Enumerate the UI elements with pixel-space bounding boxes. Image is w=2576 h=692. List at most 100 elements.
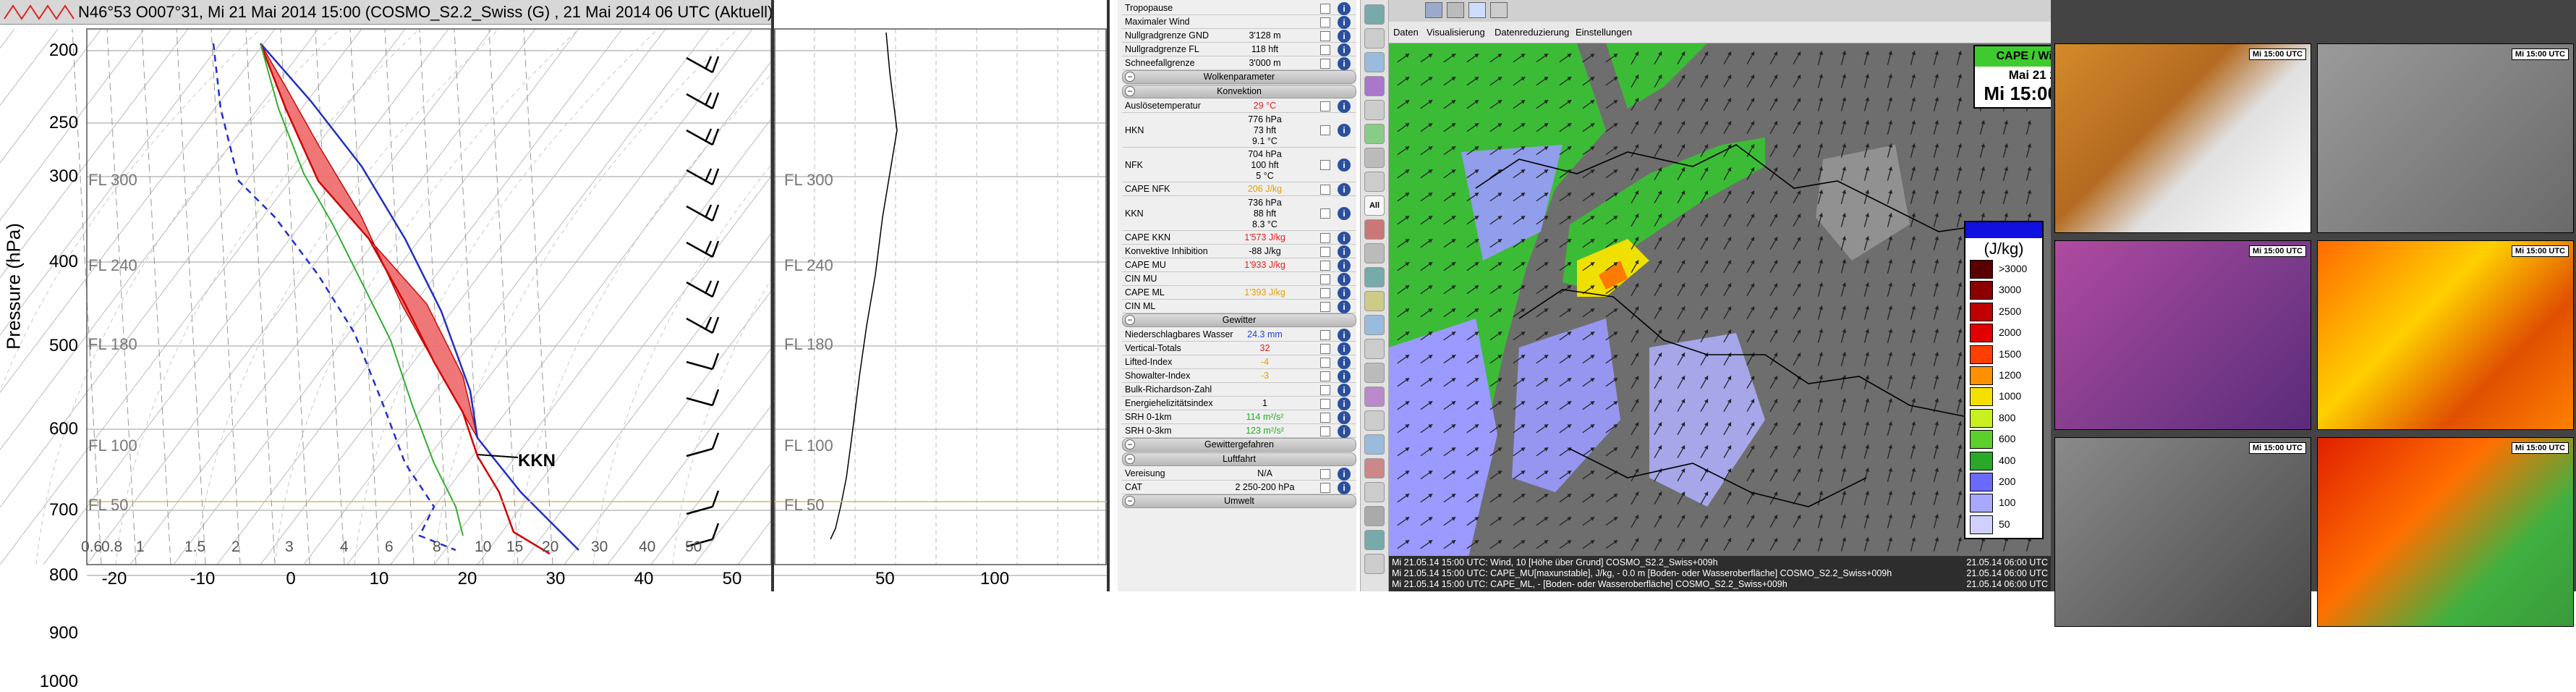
menu-item-daten[interactable]: Daten xyxy=(1393,27,1419,38)
tool-icon[interactable] xyxy=(1364,554,1385,574)
tool-icon[interactable] xyxy=(1364,291,1385,311)
section-header[interactable]: − Konvektion xyxy=(1122,85,1356,98)
parameter-checkbox[interactable] xyxy=(1320,357,1330,368)
tool-icon[interactable] xyxy=(1364,339,1385,359)
tool-icon[interactable] xyxy=(1364,52,1385,72)
tool-icon[interactable] xyxy=(1364,219,1385,240)
info-icon[interactable]: i xyxy=(1338,424,1351,438)
tool-icon[interactable] xyxy=(1364,458,1385,478)
menu-item-visualisierung[interactable]: Visualisierung xyxy=(1427,27,1485,38)
tool-icon[interactable] xyxy=(1364,267,1385,287)
info-icon[interactable]: i xyxy=(1338,467,1351,481)
map-thumbnail[interactable]: Mi 15:00 UTC xyxy=(2317,437,2574,627)
info-icon[interactable]: i xyxy=(1338,159,1351,172)
info-icon[interactable]: i xyxy=(1338,207,1351,220)
parameter-checkbox[interactable] xyxy=(1320,329,1330,340)
parameter-checkbox[interactable] xyxy=(1320,208,1330,219)
tool-icon[interactable] xyxy=(1364,363,1385,383)
info-icon[interactable]: i xyxy=(1338,355,1351,369)
parameter-checkbox[interactable] xyxy=(1320,426,1330,436)
info-icon[interactable]: i xyxy=(1338,286,1351,300)
info-icon[interactable]: i xyxy=(1338,29,1351,43)
tool-icon[interactable] xyxy=(1364,410,1385,431)
info-icon[interactable]: i xyxy=(1338,328,1351,342)
collapse-icon[interactable]: − xyxy=(1125,315,1135,325)
parameter-checkbox[interactable] xyxy=(1320,287,1330,298)
parameter-checkbox[interactable] xyxy=(1320,301,1330,312)
parameter-checkbox[interactable] xyxy=(1320,3,1330,14)
tool-icon[interactable] xyxy=(1364,76,1385,96)
parameter-checkbox[interactable] xyxy=(1320,384,1330,395)
tool-icon[interactable] xyxy=(1364,124,1385,144)
menu-item-datenreduzierung[interactable]: Datenreduzierung xyxy=(1495,27,1569,38)
parameter-checkbox[interactable] xyxy=(1320,468,1330,479)
map-tool-icon[interactable] xyxy=(1425,2,1442,18)
section-header[interactable]: − Wolkenparameter xyxy=(1122,70,1356,84)
map-tool-icon[interactable] xyxy=(1490,2,1508,18)
parameter-checkbox[interactable] xyxy=(1320,125,1330,135)
info-icon[interactable]: i xyxy=(1338,56,1351,70)
collapse-icon[interactable]: − xyxy=(1125,496,1135,506)
collapse-icon[interactable]: − xyxy=(1125,86,1135,96)
tool-icon[interactable] xyxy=(1364,530,1385,550)
tool-icon[interactable] xyxy=(1364,434,1385,455)
parameter-checkbox[interactable] xyxy=(1320,17,1330,28)
map-thumbnail[interactable]: Mi 15:00 UTC xyxy=(2054,437,2311,627)
tool-icon[interactable] xyxy=(1364,387,1385,407)
section-header[interactable]: − Luftfahrt xyxy=(1122,452,1356,466)
info-icon[interactable]: i xyxy=(1338,342,1351,355)
info-icon[interactable]: i xyxy=(1338,300,1351,313)
map-tool-icon[interactable] xyxy=(1468,2,1486,18)
parameter-checkbox[interactable] xyxy=(1320,160,1330,170)
info-icon[interactable]: i xyxy=(1338,15,1351,29)
map-tool-icon[interactable] xyxy=(1447,2,1464,18)
tool-icon[interactable] xyxy=(1364,148,1385,168)
info-icon[interactable]: i xyxy=(1338,99,1351,113)
tool-icon[interactable] xyxy=(1364,4,1385,25)
parameter-checkbox[interactable] xyxy=(1320,482,1330,493)
section-header[interactable]: − Umwelt xyxy=(1122,494,1356,508)
map-thumbnail[interactable]: Mi 15:00 UTC xyxy=(2054,43,2311,233)
info-icon[interactable]: i xyxy=(1338,383,1351,397)
info-icon[interactable]: i xyxy=(1338,272,1351,286)
tool-icon[interactable] xyxy=(1364,100,1385,120)
collapse-icon[interactable]: − xyxy=(1125,439,1135,450)
tool-icon[interactable] xyxy=(1364,506,1385,526)
map-thumbnail[interactable]: Mi 15:00 UTC xyxy=(2054,240,2311,430)
parameter-checkbox[interactable] xyxy=(1320,44,1330,55)
info-icon[interactable]: i xyxy=(1338,124,1351,137)
parameter-checkbox[interactable] xyxy=(1320,260,1330,271)
skewt-panel[interactable]: N46°53 O007°31, Mi 21 Mai 2014 15:00 (CO… xyxy=(0,0,809,691)
map-thumbnail[interactable]: Mi 15:00 UTC xyxy=(2317,43,2574,233)
parameter-checkbox[interactable] xyxy=(1320,398,1330,409)
parameter-checkbox[interactable] xyxy=(1320,246,1330,257)
tool-icon[interactable] xyxy=(1364,482,1385,502)
collapse-icon[interactable]: − xyxy=(1125,454,1135,464)
info-icon[interactable]: i xyxy=(1338,258,1351,272)
menu-item-einstellungen[interactable]: Einstellungen xyxy=(1576,27,1632,38)
info-icon[interactable]: i xyxy=(1338,369,1351,383)
parameter-checkbox[interactable] xyxy=(1320,343,1330,354)
info-icon[interactable]: i xyxy=(1338,245,1351,258)
parameter-checkbox[interactable] xyxy=(1320,274,1330,284)
info-icon[interactable]: i xyxy=(1338,481,1351,494)
info-icon[interactable]: i xyxy=(1338,410,1351,424)
tool-icon[interactable] xyxy=(1364,28,1385,48)
cape-wind-map[interactable] xyxy=(1389,43,2051,557)
parameter-checkbox[interactable] xyxy=(1320,412,1330,423)
map-thumbnail[interactable]: Mi 15:00 UTC xyxy=(2317,240,2574,430)
parameter-checkbox[interactable] xyxy=(1320,101,1330,111)
parameter-checkbox[interactable] xyxy=(1320,58,1330,69)
parameter-checkbox[interactable] xyxy=(1320,371,1330,381)
info-icon[interactable]: i xyxy=(1338,397,1351,410)
parameter-checkbox[interactable] xyxy=(1320,232,1330,243)
tool-icon[interactable] xyxy=(1364,243,1385,263)
parameter-checkbox[interactable] xyxy=(1320,184,1330,195)
info-icon[interactable]: i xyxy=(1338,231,1351,245)
tool-icon[interactable] xyxy=(1364,172,1385,192)
panel-divider-2[interactable] xyxy=(1107,0,1110,591)
info-icon[interactable]: i xyxy=(1338,1,1351,15)
info-icon[interactable]: i xyxy=(1338,182,1351,196)
parameter-checkbox[interactable] xyxy=(1320,30,1330,41)
info-icon[interactable]: i xyxy=(1338,43,1351,56)
